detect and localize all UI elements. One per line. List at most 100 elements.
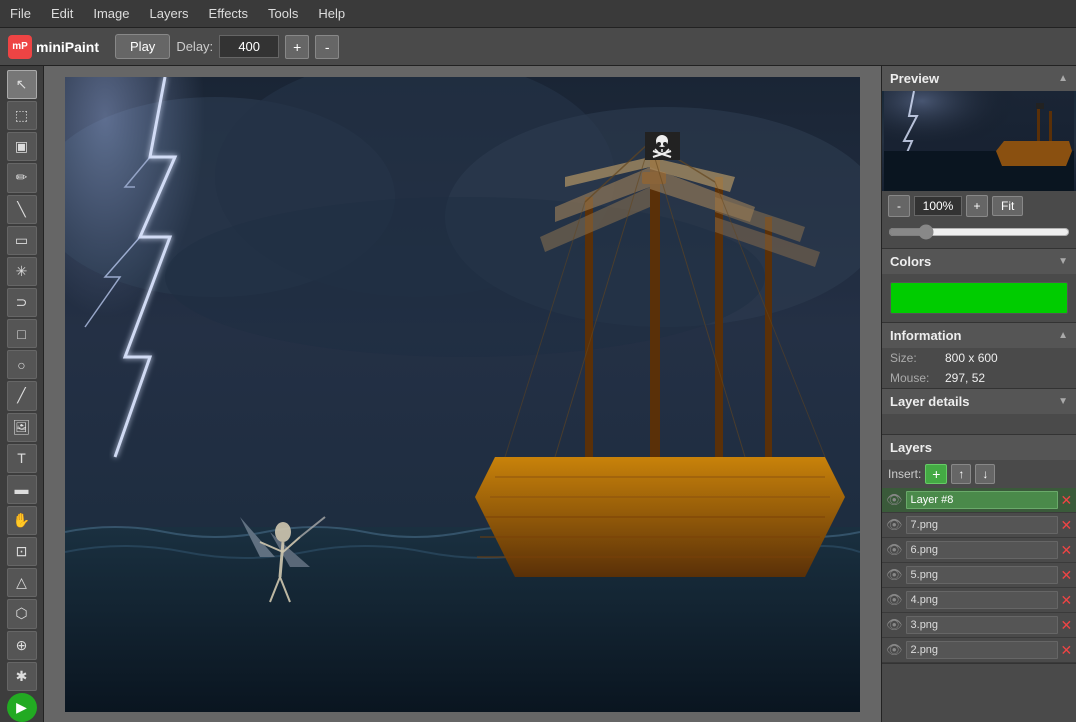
fit-button[interactable]: Fit	[992, 196, 1023, 216]
delay-label: Delay:	[176, 39, 213, 54]
toolbar: mP miniPaint Play Delay: + -	[0, 28, 1076, 66]
preview-controls: - + Fit	[882, 191, 1076, 221]
move-layer-up-button[interactable]: ↑	[951, 464, 971, 484]
layer-row: 👁 ✕	[882, 638, 1076, 663]
play-button[interactable]: Play	[115, 34, 170, 59]
insert-layer-button[interactable]: +	[925, 464, 947, 484]
layer-name-input[interactable]	[906, 616, 1058, 634]
line-tool[interactable]: ╱	[7, 381, 37, 410]
colors-header[interactable]: Colors ▼	[882, 249, 1076, 274]
hand-tool[interactable]: ✋	[7, 506, 37, 535]
layer-delete-button[interactable]: ✕	[1061, 567, 1073, 584]
crop-tool[interactable]: ⊡	[7, 537, 37, 566]
pencil-tool[interactable]: ╲	[7, 195, 37, 224]
layer-details-content	[882, 414, 1076, 434]
mouse-label: Mouse:	[890, 371, 945, 385]
menu-edit[interactable]: Edit	[41, 2, 83, 25]
rectangle-tool[interactable]: □	[7, 319, 37, 348]
preview-header[interactable]: Preview ▲	[882, 66, 1076, 91]
canvas[interactable]	[65, 77, 860, 712]
layer-visibility-toggle[interactable]: 👁	[886, 641, 903, 659]
zoom-in-button[interactable]: +	[966, 195, 988, 217]
layer-row: 👁 ✕	[882, 538, 1076, 563]
ellipse-tool[interactable]: ○	[7, 350, 37, 379]
menu-help[interactable]: Help	[308, 2, 355, 25]
image-tool[interactable]: 🖼	[7, 413, 37, 442]
layer-row: 👁 ✕	[882, 588, 1076, 613]
menu-tools[interactable]: Tools	[258, 2, 308, 25]
colors-section: Colors ▼	[882, 249, 1076, 323]
layer-name-input[interactable]	[906, 641, 1058, 659]
zoom-value-input[interactable]	[914, 196, 962, 216]
information-title: Information	[890, 328, 962, 343]
preview-collapse-icon: ▲	[1058, 73, 1068, 84]
size-value: 800 x 600	[945, 351, 998, 365]
layers-toolbar: Insert: + ↑ ↓	[882, 460, 1076, 488]
magic-wand-tool[interactable]: ✳	[7, 257, 37, 286]
menubar: File Edit Image Layers Effects Tools Hel…	[0, 0, 1076, 28]
canvas-svg	[65, 77, 860, 712]
layer-details-expand-icon: ▼	[1058, 396, 1068, 407]
fill-tool[interactable]: ▬	[7, 475, 37, 504]
menu-image[interactable]: Image	[83, 2, 139, 25]
layer-row: 👁 ✕	[882, 613, 1076, 638]
layer-name-input[interactable]	[906, 516, 1058, 534]
lasso-tool[interactable]: ⊃	[7, 288, 37, 317]
color-swatch[interactable]	[890, 282, 1068, 314]
layer-name-input[interactable]	[906, 566, 1058, 584]
preview-title: Preview	[890, 71, 939, 86]
layer-visibility-toggle[interactable]: 👁	[886, 591, 903, 609]
layer-delete-button[interactable]: ✕	[1061, 592, 1073, 609]
delay-input[interactable]	[219, 35, 279, 58]
layer-visibility-toggle[interactable]: 👁	[886, 566, 903, 584]
move-layer-down-button[interactable]: ↓	[975, 464, 995, 484]
mouse-row: Mouse: 297, 52	[882, 368, 1076, 388]
menu-layers[interactable]: Layers	[140, 2, 199, 25]
canvas-area[interactable]	[44, 66, 881, 722]
layer-row: 👁 ✕	[882, 488, 1076, 513]
play-circle-button[interactable]: ▶	[7, 693, 37, 722]
layer-visibility-toggle[interactable]: 👁	[886, 616, 903, 634]
preview-svg	[882, 91, 1076, 191]
layer-name-input[interactable]	[906, 591, 1058, 609]
decrement-button[interactable]: -	[315, 35, 339, 59]
stamp-tool[interactable]: ⊕	[7, 631, 37, 660]
paint-bucket-tool[interactable]: ▣	[7, 132, 37, 161]
layer-delete-button[interactable]: ✕	[1061, 517, 1073, 534]
selection-tool[interactable]: ⬚	[7, 101, 37, 130]
layer-name-input[interactable]	[906, 541, 1058, 559]
transform-tool[interactable]: ✱	[7, 662, 37, 691]
zoom-slider[interactable]	[888, 224, 1070, 240]
select-tool[interactable]: ↖	[7, 70, 37, 99]
layer-details-header[interactable]: Layer details ▼	[882, 389, 1076, 414]
app-logo: mP miniPaint	[8, 35, 99, 59]
right-panel: Preview ▲	[881, 66, 1076, 722]
blur-tool[interactable]: ⬡	[7, 599, 37, 628]
layer-visibility-toggle[interactable]: 👁	[886, 516, 903, 534]
main-content: ↖ ⬚ ▣ ✏ ╲ ▭ ✳ ⊃ □ ○ ╱ 🖼 T ▬ ✋ ⊡ △ ⬡ ⊕ ✱ …	[0, 66, 1076, 722]
mouse-value: 297, 52	[945, 371, 985, 385]
information-header[interactable]: Information ▲	[882, 323, 1076, 348]
zoom-slider-container	[882, 221, 1076, 248]
gradient-tool[interactable]: △	[7, 568, 37, 597]
layer-delete-button[interactable]: ✕	[1061, 642, 1073, 659]
preview-thumbnail	[882, 91, 1076, 191]
eraser-tool[interactable]: ▭	[7, 226, 37, 255]
information-section: Information ▲ Size: 800 x 600 Mouse: 297…	[882, 323, 1076, 389]
preview-section: Preview ▲	[882, 66, 1076, 249]
layer-name-input[interactable]	[906, 491, 1058, 509]
zoom-out-button[interactable]: -	[888, 195, 910, 217]
layer-delete-button[interactable]: ✕	[1061, 617, 1073, 634]
layer-delete-button[interactable]: ✕	[1061, 542, 1073, 559]
layer-visibility-toggle[interactable]: 👁	[886, 541, 903, 559]
menu-file[interactable]: File	[0, 2, 41, 25]
brush-tool[interactable]: ✏	[7, 163, 37, 192]
layer-visibility-toggle[interactable]: 👁	[886, 491, 903, 509]
increment-button[interactable]: +	[285, 35, 309, 59]
layer-details-section: Layer details ▼	[882, 389, 1076, 435]
app-name: miniPaint	[36, 39, 99, 55]
text-tool[interactable]: T	[7, 444, 37, 473]
tools-panel: ↖ ⬚ ▣ ✏ ╲ ▭ ✳ ⊃ □ ○ ╱ 🖼 T ▬ ✋ ⊡ △ ⬡ ⊕ ✱ …	[0, 66, 44, 722]
layer-delete-button[interactable]: ✕	[1061, 492, 1073, 509]
menu-effects[interactable]: Effects	[199, 2, 259, 25]
